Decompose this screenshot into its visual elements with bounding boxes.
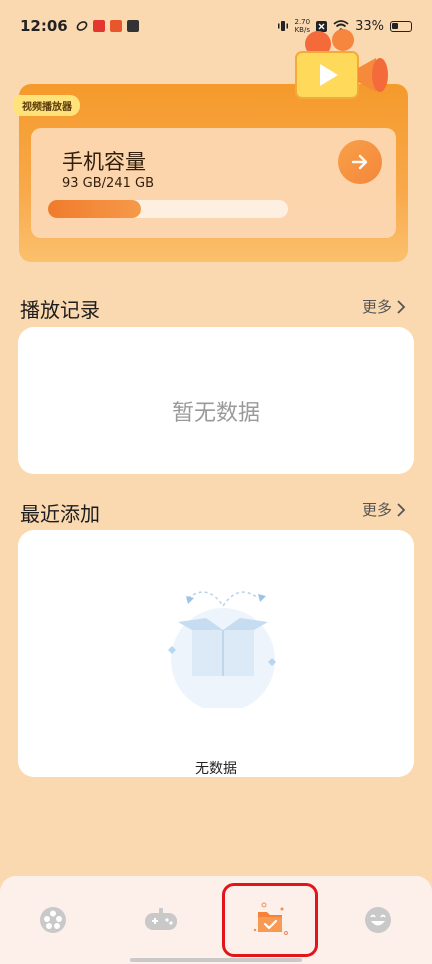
chevron-right-icon: [397, 502, 406, 517]
notification-icons: [76, 20, 139, 32]
chevron-right-icon: [397, 299, 406, 314]
nav-item-fun[interactable]: [358, 900, 398, 940]
film-reel-icon: [40, 907, 66, 933]
recent-added-panel: 无数据: [18, 530, 414, 777]
arrow-right-icon: [351, 154, 368, 170]
active-nav-highlight: [222, 883, 318, 957]
bottom-nav: [0, 876, 432, 964]
gamepad-icon: [145, 908, 177, 930]
recent-added-title: 最近添加: [20, 502, 100, 526]
play-history-title: 播放记录: [20, 298, 100, 322]
storage-value: 93 GB/241 GB: [62, 176, 154, 191]
app-notification-icon: [126, 20, 139, 32]
storage-title: 手机容量: [62, 150, 146, 174]
play-history-more-link[interactable]: 更多: [362, 296, 406, 317]
recent-added-empty-text: 无数据: [195, 761, 237, 777]
app-notification-icon: [92, 20, 105, 32]
play-history-empty-text: 暂无数据: [171, 401, 260, 426]
app-notification-icon: [109, 20, 122, 32]
play-history-panel: 暂无数据: [18, 327, 414, 474]
nav-item-games[interactable]: [141, 900, 181, 940]
leaf-icon: [76, 21, 88, 31]
storage-progress: [48, 200, 288, 218]
player-tag: 视频播放器: [14, 95, 80, 116]
camera-icon: [295, 29, 388, 99]
recent-added-more-link[interactable]: 更多: [362, 499, 406, 520]
empty-box-icon: [168, 591, 276, 708]
storage-progress-fill: [48, 200, 141, 218]
storage-arrow-button[interactable]: [338, 140, 382, 184]
home-indicator: [130, 958, 302, 962]
smiley-icon: [365, 907, 391, 933]
vibrate-icon: [277, 21, 288, 31]
nav-item-video[interactable]: [33, 900, 73, 940]
storage-card[interactable]: 手机容量 93 GB/241 GB: [31, 128, 396, 238]
status-time: 12:06: [20, 17, 68, 35]
